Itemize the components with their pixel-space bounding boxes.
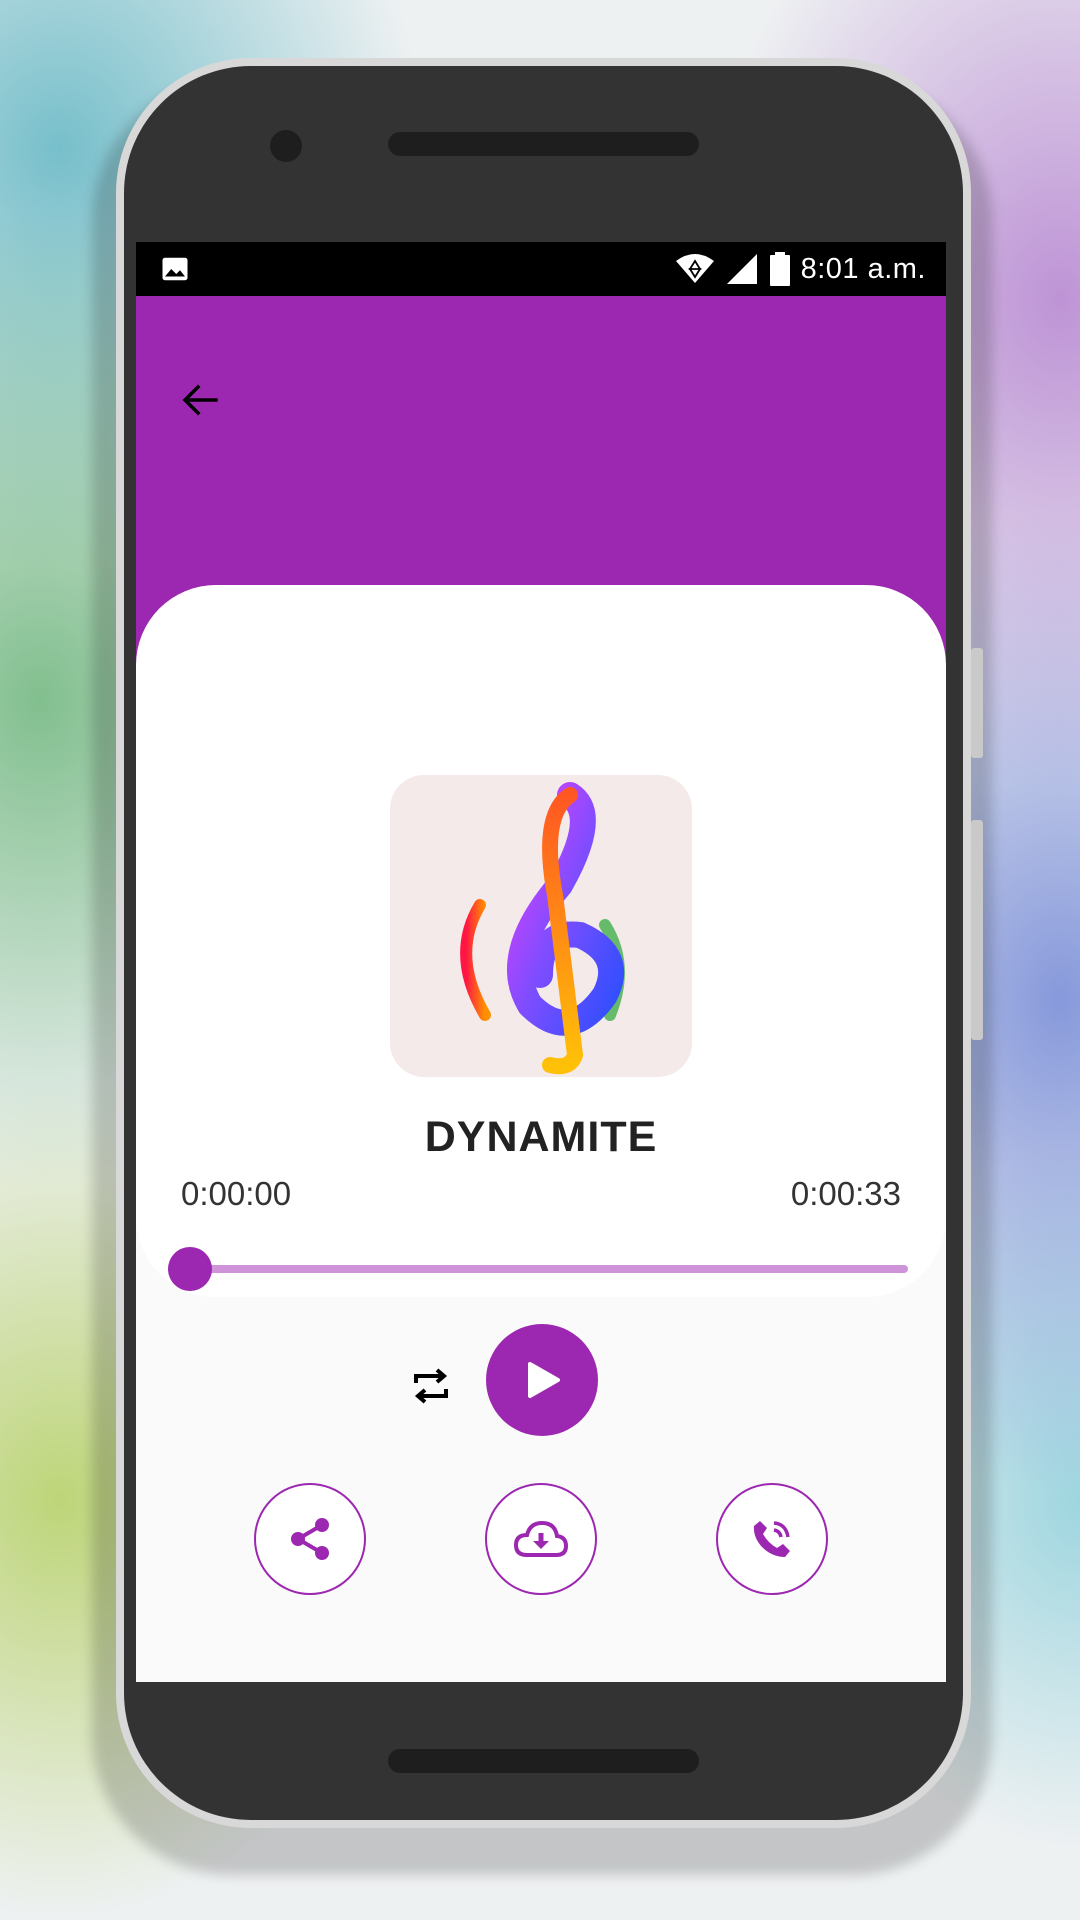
download-button[interactable] — [485, 1483, 597, 1595]
image-icon — [162, 257, 188, 281]
player-card: DYNAMITE 0:00:00 0:00:33 — [136, 585, 946, 1595]
play-icon — [528, 1362, 560, 1398]
phone-ring-icon — [753, 1521, 790, 1557]
elapsed-time: 0:00:00 — [181, 1175, 292, 1212]
arrow-left-icon[interactable] — [176, 376, 224, 424]
set-ringtone-button[interactable] — [716, 1483, 828, 1595]
front-camera — [270, 130, 302, 162]
volume-button — [971, 820, 983, 1040]
seek-thumb[interactable] — [168, 1247, 212, 1291]
seek-track — [190, 1265, 908, 1273]
share-button[interactable] — [254, 1483, 366, 1595]
earpiece-speaker — [388, 132, 699, 156]
seek-slider[interactable] — [168, 1245, 908, 1293]
battery-icon — [769, 252, 790, 286]
cell-signal-icon — [726, 254, 757, 284]
artwork-frame — [380, 765, 702, 1087]
repeat-icon[interactable] — [408, 1363, 454, 1409]
power-button — [971, 648, 983, 758]
song-title: DYNAMITE — [424, 1113, 658, 1161]
total-duration: 0:00:33 — [790, 1175, 901, 1212]
status-time: 8:01 a.m. — [800, 252, 926, 285]
app-screen: 8:01 a.m. DYNAMITE 0:00:00 0:00:33 — [136, 242, 946, 1682]
play-button[interactable] — [486, 1324, 598, 1436]
wifi-icon — [675, 254, 714, 283]
status-bar: 8:01 a.m. — [136, 242, 946, 296]
treble-clef-logo — [460, 782, 625, 1075]
share-icon — [291, 1518, 329, 1560]
album-artwork — [390, 775, 692, 1077]
cloud-download-icon — [513, 1520, 569, 1557]
bottom-speaker — [388, 1749, 699, 1773]
